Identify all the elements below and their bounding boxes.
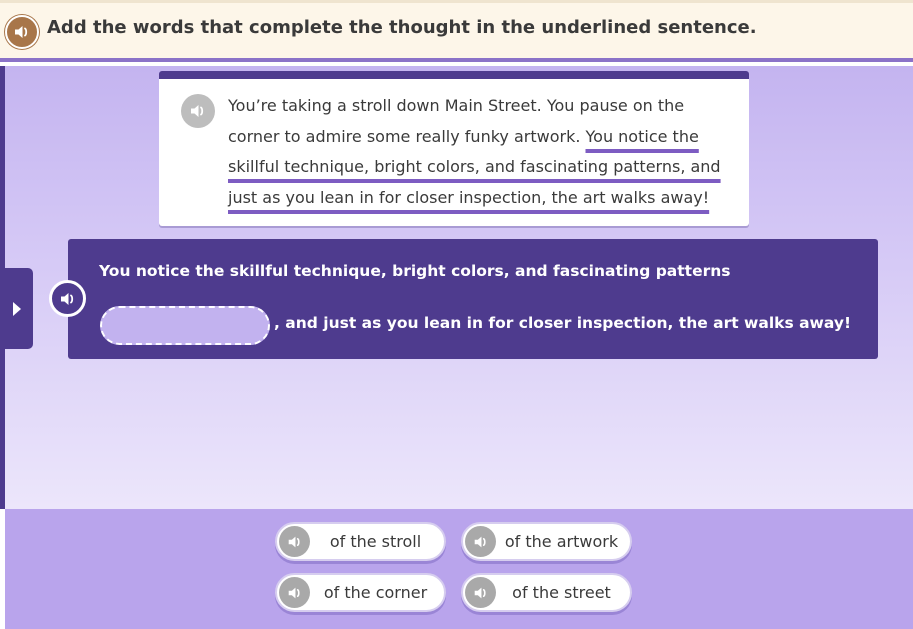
side-panel-toggle[interactable]: [0, 268, 33, 349]
speaker-icon[interactable]: [5, 15, 39, 49]
passage-card: You’re taking a stroll down Main Street.…: [159, 71, 749, 226]
choice-label: of the corner: [323, 583, 428, 602]
choice-of-the-street[interactable]: of the street: [461, 573, 632, 612]
sentence-part-1: You notice the skillful technique, brigh…: [99, 262, 731, 280]
choice-label: of the stroll: [329, 532, 422, 551]
instruction-header: Add the words that complete the thought …: [0, 0, 913, 62]
choice-label: of the artwork: [504, 532, 619, 551]
header-top-strip: [0, 0, 913, 3]
choice-of-the-corner[interactable]: of the corner: [275, 573, 446, 612]
chevron-right-icon: [12, 301, 21, 316]
sentence-builder: You notice the skillful technique, brigh…: [68, 239, 878, 359]
speaker-icon[interactable]: [465, 577, 496, 608]
speaker-icon[interactable]: [279, 526, 310, 557]
choice-of-the-artwork[interactable]: of the artwork: [461, 522, 632, 561]
answer-drop-slot[interactable]: [100, 306, 270, 345]
instruction-text: Add the words that complete the thought …: [47, 17, 757, 38]
choice-of-the-stroll[interactable]: of the stroll: [275, 522, 446, 561]
sentence-part-2: , and just as you lean in for closer ins…: [274, 314, 852, 332]
speaker-icon[interactable]: [181, 94, 215, 128]
passage-text: You’re taking a stroll down Main Street.…: [228, 91, 728, 213]
speaker-icon[interactable]: [49, 280, 86, 317]
speaker-icon[interactable]: [279, 577, 310, 608]
speaker-icon[interactable]: [465, 526, 496, 557]
answer-choices-tray: [5, 509, 913, 629]
choice-label: of the street: [512, 583, 611, 602]
